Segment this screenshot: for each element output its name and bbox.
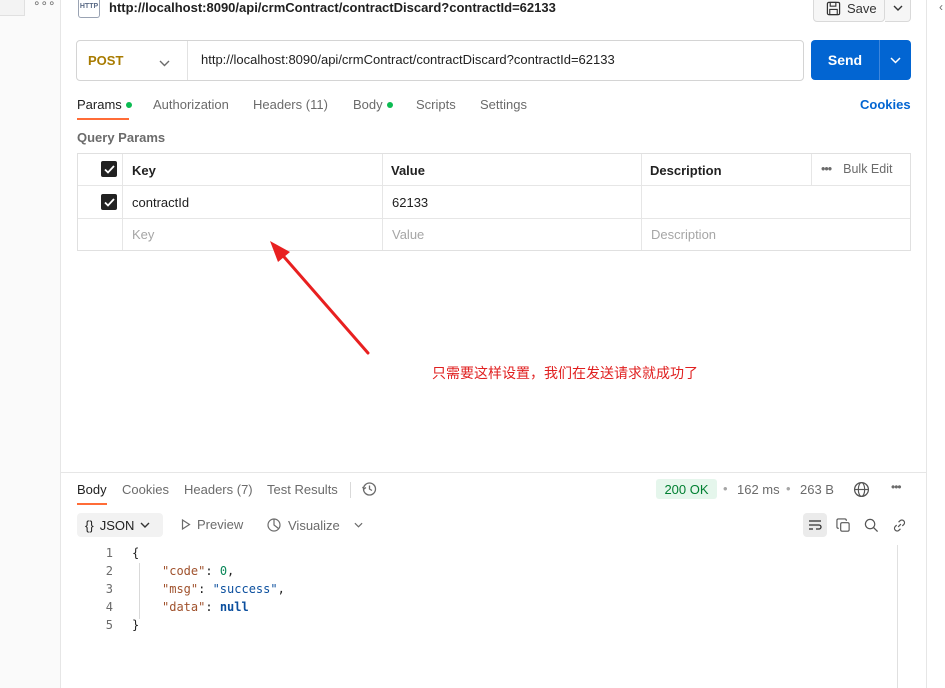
param-value-cell[interactable]: 62133 bbox=[392, 195, 428, 210]
chevron-down-icon bbox=[140, 522, 150, 528]
url-input[interactable]: http://localhost:8090/api/crmContract/co… bbox=[201, 52, 615, 67]
cookies-link[interactable]: Cookies bbox=[860, 97, 911, 112]
query-params-title: Query Params bbox=[77, 130, 166, 145]
separator-dot: • bbox=[786, 481, 791, 496]
link-icon[interactable] bbox=[890, 516, 908, 534]
table-divider bbox=[78, 185, 910, 186]
history-icon[interactable] bbox=[361, 481, 377, 497]
send-options-button[interactable] bbox=[879, 40, 911, 80]
active-dot bbox=[386, 101, 393, 108]
search-icon[interactable] bbox=[862, 516, 880, 534]
response-tab-test-results[interactable]: Test Results bbox=[267, 482, 338, 497]
tab-body[interactable]: Body bbox=[353, 97, 393, 112]
new-description-input[interactable]: Description bbox=[651, 227, 716, 242]
response-divider bbox=[61, 472, 926, 473]
annotation-text: 只需要这样设置，我们在发送请求就成功了 bbox=[432, 365, 698, 381]
active-response-tab-indicator bbox=[77, 503, 107, 505]
status-badge[interactable]: 200 OK bbox=[656, 479, 717, 499]
wrap-lines-button[interactable] bbox=[803, 513, 827, 537]
annotation-arrow bbox=[270, 241, 370, 355]
separator-dot: • bbox=[723, 481, 728, 496]
play-icon bbox=[181, 519, 191, 530]
new-value-input[interactable]: Value bbox=[392, 227, 424, 242]
line-number: 1 bbox=[105, 546, 113, 560]
response-tab-body[interactable]: Body bbox=[77, 482, 107, 497]
response-size[interactable]: 263 B bbox=[800, 482, 834, 497]
request-title[interactable]: http://localhost:8090/api/crmContract/co… bbox=[109, 0, 556, 15]
code-line[interactable]: { bbox=[132, 546, 139, 560]
param-key-cell[interactable]: contractId bbox=[132, 195, 189, 210]
table-divider bbox=[382, 154, 383, 250]
format-label: JSON bbox=[99, 517, 135, 533]
left-sidebar-strip bbox=[0, 0, 61, 688]
tab-authorization[interactable]: Authorization bbox=[153, 97, 229, 112]
visualize-button[interactable]: Visualize bbox=[266, 517, 363, 533]
preview-button[interactable]: Preview bbox=[181, 517, 243, 532]
code-line[interactable]: "code": 0, bbox=[162, 564, 234, 578]
more-icon: ••• bbox=[821, 162, 832, 176]
response-tab-cookies[interactable]: Cookies bbox=[122, 482, 169, 497]
table-divider bbox=[641, 154, 642, 250]
chevron-down-icon bbox=[893, 5, 902, 11]
chevron-down-icon bbox=[890, 56, 901, 64]
tab-params[interactable]: Params bbox=[77, 97, 132, 112]
chevron-down-icon bbox=[354, 522, 363, 528]
code-line[interactable]: } bbox=[132, 618, 139, 632]
save-icon bbox=[826, 1, 841, 15]
braces-icon: {} bbox=[85, 517, 94, 533]
format-dropdown[interactable]: {} JSON bbox=[77, 513, 163, 537]
method-select[interactable]: POST bbox=[88, 53, 123, 68]
table-divider bbox=[122, 154, 123, 250]
tab-settings[interactable]: Settings bbox=[480, 97, 527, 112]
column-header-value: Value bbox=[391, 163, 425, 178]
visualize-icon bbox=[267, 518, 281, 532]
line-number: 5 bbox=[105, 618, 113, 632]
more-icon[interactable]: ∘∘∘ bbox=[33, 0, 56, 10]
table-divider bbox=[78, 218, 910, 219]
new-key-input[interactable]: Key bbox=[132, 227, 154, 242]
bulk-edit-button[interactable]: ••• Bulk Edit bbox=[821, 162, 892, 176]
indent-guide bbox=[139, 563, 140, 619]
save-label: Save bbox=[847, 0, 877, 16]
table-divider bbox=[811, 154, 812, 185]
response-tab-headers[interactable]: Headers (7) bbox=[184, 482, 253, 497]
response-time[interactable]: 162 ms bbox=[737, 482, 780, 497]
http-icon: HTTP bbox=[78, 0, 100, 18]
editor-scroll-track[interactable] bbox=[897, 545, 898, 688]
active-tab-indicator bbox=[77, 118, 129, 120]
sidebar-panel-stub bbox=[0, 0, 25, 16]
active-dot bbox=[125, 101, 132, 108]
copy-icon[interactable] bbox=[834, 516, 852, 534]
save-options-button[interactable] bbox=[885, 0, 911, 22]
url-divider bbox=[187, 41, 188, 80]
tab-headers[interactable]: Headers (11) bbox=[253, 97, 328, 112]
chevron-left-icon[interactable]: ‹ bbox=[939, 0, 943, 14]
chevron-down-icon[interactable] bbox=[159, 55, 170, 70]
column-header-key: Key bbox=[132, 163, 156, 178]
tab-scripts[interactable]: Scripts bbox=[416, 97, 456, 112]
wrap-icon bbox=[809, 520, 822, 530]
save-button[interactable]: Save bbox=[813, 0, 885, 22]
more-icon[interactable]: ••• bbox=[891, 480, 902, 494]
checkbox-checked-icon[interactable] bbox=[101, 194, 117, 210]
checkbox-checked-icon[interactable] bbox=[101, 161, 117, 177]
column-header-description: Description bbox=[650, 163, 722, 178]
right-sidebar-strip bbox=[926, 0, 945, 688]
code-line[interactable]: "msg": "success", bbox=[162, 582, 285, 596]
send-button[interactable]: Send bbox=[811, 40, 879, 80]
code-line[interactable]: "data": null bbox=[162, 600, 249, 614]
line-number: 2 bbox=[105, 564, 113, 578]
tab-separator bbox=[350, 482, 351, 498]
line-number: 3 bbox=[105, 582, 113, 596]
line-number: 4 bbox=[105, 600, 113, 614]
globe-icon[interactable] bbox=[853, 481, 870, 498]
query-params-table bbox=[77, 153, 911, 251]
